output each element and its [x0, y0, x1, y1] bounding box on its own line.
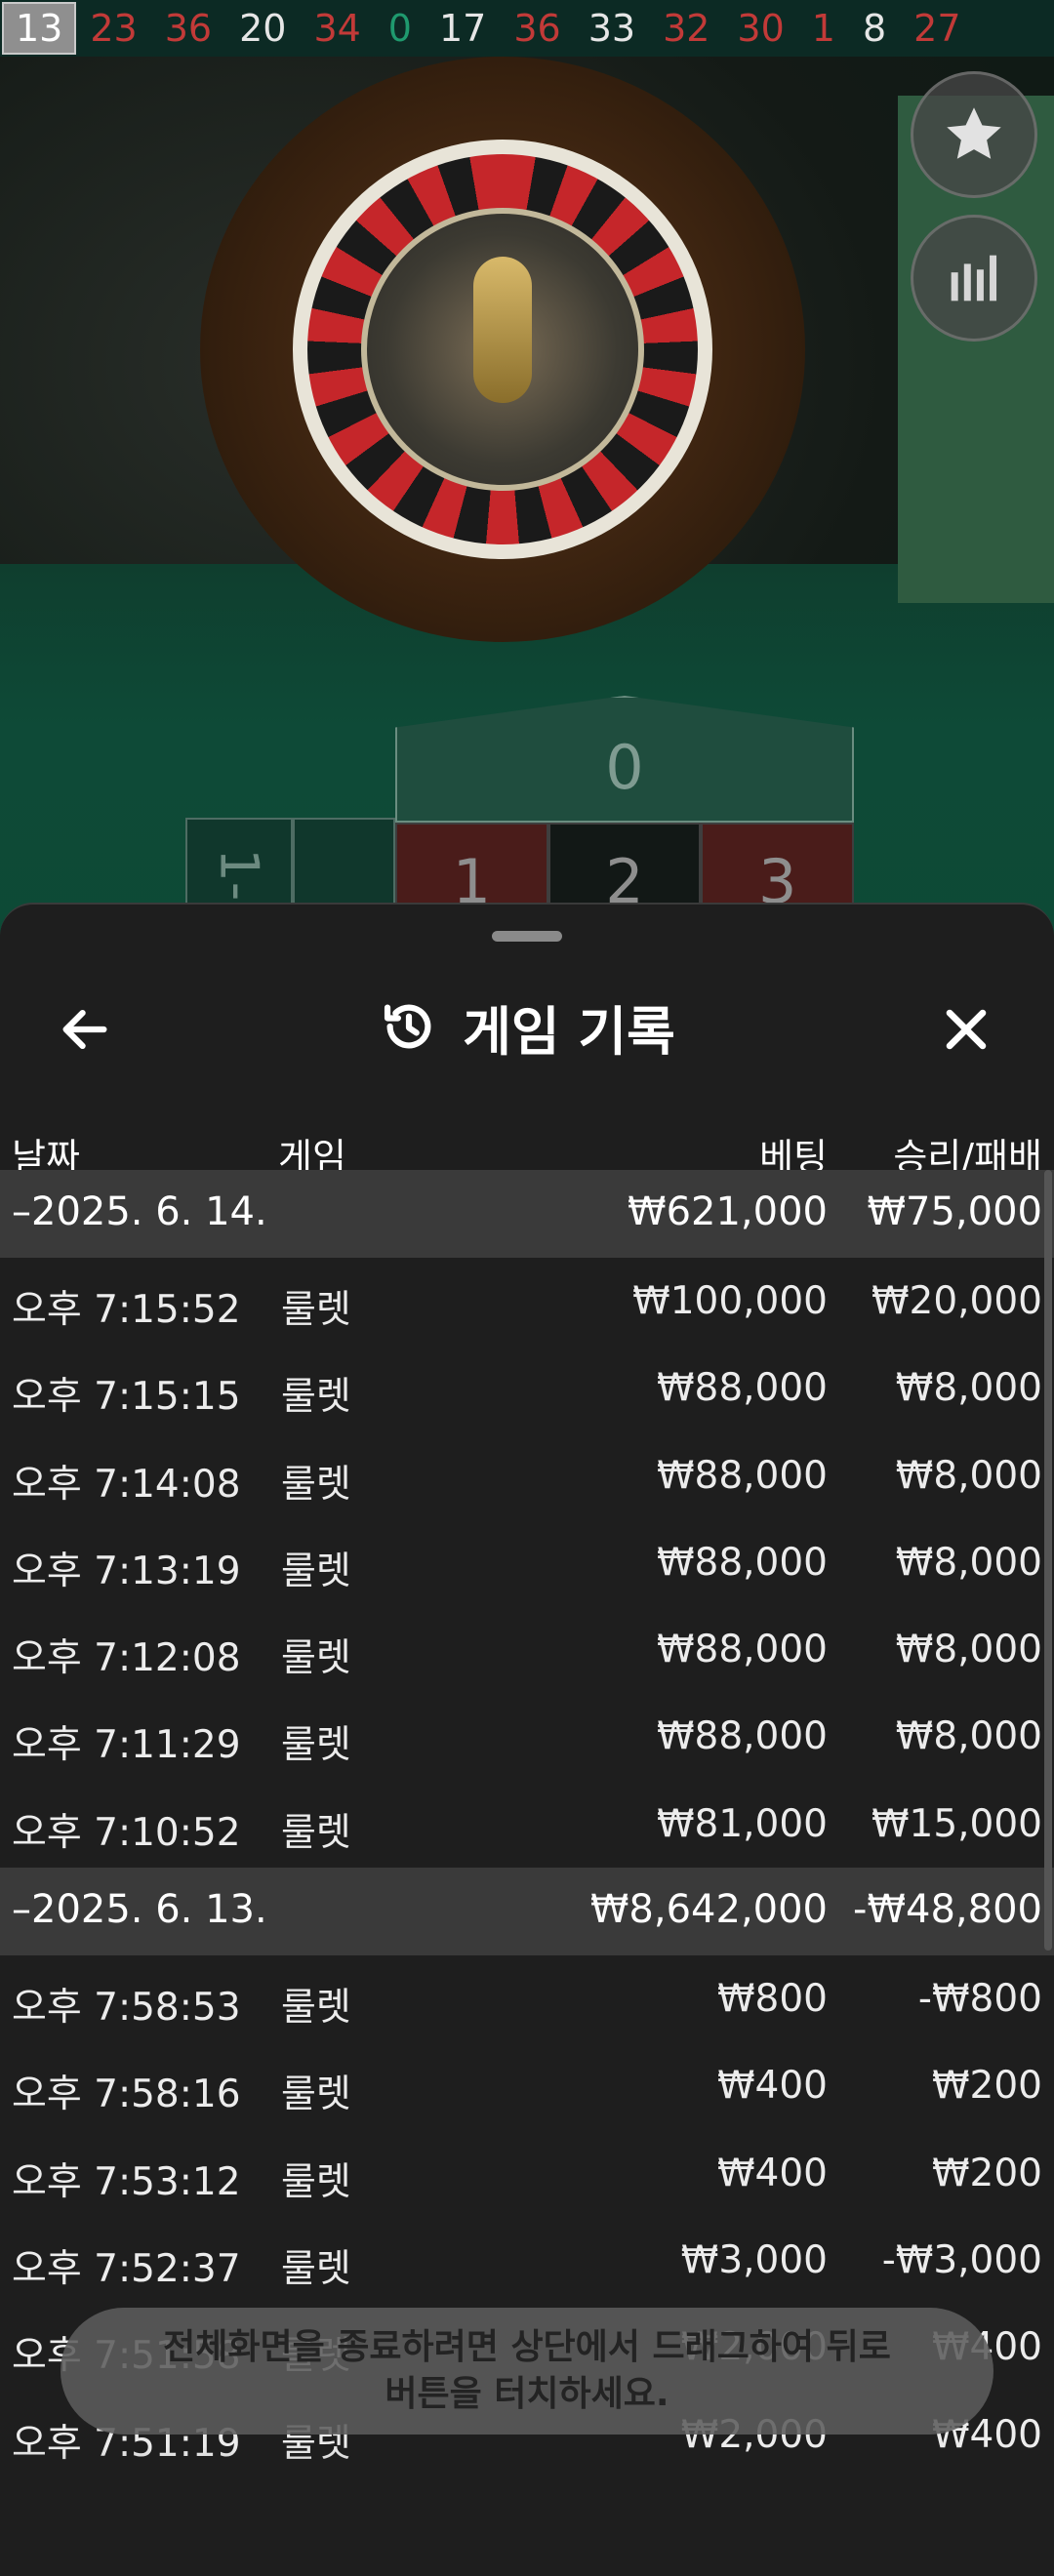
wheel-turret [473, 257, 532, 403]
back-button[interactable] [51, 995, 119, 1064]
result-number: 23 [90, 7, 138, 50]
row-game: 룰렛 [281, 1549, 351, 1593]
date-group-row[interactable]: –2025. 6. 13. ₩8,642,000 -₩48,800 [0, 1868, 1054, 1956]
row-winloss: ₩20,000 [871, 1279, 1042, 1323]
drag-handle[interactable] [492, 931, 562, 942]
close-button[interactable] [932, 995, 1000, 1064]
row-bet: ₩88,000 [656, 1540, 828, 1585]
row-time: 오후 7:58:16 [12, 2073, 241, 2117]
arrow-left-icon [62, 1009, 107, 1050]
history-row[interactable]: 오후 7:15:52 룰렛 ₩100,000 ₩20,000 [0, 1258, 1054, 1345]
history-row[interactable]: 오후 7:52:37 룰렛 ₩3,000 -₩3,000 [0, 2217, 1054, 2304]
sheet-title: 게임 기록 [463, 1000, 675, 1063]
row-game: 룰렛 [281, 1462, 351, 1507]
result-number: 27 [913, 7, 961, 50]
row-winloss: ₩15,000 [871, 1801, 1042, 1846]
toast-line-2: 버튼을 터치하세요. [385, 2374, 669, 2414]
result-number: 8 [862, 7, 887, 50]
star-icon [947, 107, 1001, 159]
row-bet: ₩3,000 [680, 2237, 828, 2282]
row-winloss: ₩8,000 [895, 1453, 1042, 1498]
row-bet: ₩81,000 [656, 1801, 828, 1846]
group-date: –2025. 6. 14. [12, 1189, 267, 1234]
row-winloss: ₩8,000 [895, 1540, 1042, 1585]
close-icon [946, 1009, 987, 1050]
history-row[interactable]: 오후 7:13:19 룰렛 ₩88,000 ₩8,000 [0, 1519, 1054, 1606]
row-winloss: ₩200 [931, 2064, 1042, 2109]
row-bet: ₩88,000 [656, 1453, 828, 1498]
history-row[interactable]: 오후 7:58:16 룰렛 ₩400 ₩200 [0, 2042, 1054, 2129]
row-winloss: ₩8,000 [895, 1714, 1042, 1759]
roulette-wheel [200, 57, 805, 642]
latest-result-number: 13 [2, 2, 77, 55]
row-time: 오후 7:11:29 [12, 1723, 241, 1768]
history-icon [385, 1004, 431, 1049]
row-bet: ₩100,000 [632, 1279, 828, 1323]
history-list: –2025. 6. 14. ₩621,000 ₩75,000 오후 7:15:52 룰렛… [0, 1170, 1054, 2478]
row-time: 오후 7:13:19 [12, 1549, 241, 1593]
result-number: 20 [239, 7, 287, 50]
result-number: 17 [438, 7, 487, 50]
result-number: 34 [313, 7, 361, 50]
live-video-stream: 0 1-1 1 2 3 [0, 57, 1054, 935]
row-winloss: ₩200 [931, 2151, 1042, 2195]
group-winloss-total: ₩75,000 [867, 1189, 1042, 1234]
history-row[interactable]: 오후 7:10:52 룰렛 ₩81,000 ₩15,000 [0, 1781, 1054, 1868]
result-number: 1 [811, 7, 835, 50]
row-game: 룰렛 [281, 1375, 351, 1420]
result-number: 36 [164, 7, 213, 50]
result-number: 32 [663, 7, 710, 50]
history-row[interactable]: 오후 7:58:53 룰렛 ₩800 -₩800 [0, 1955, 1054, 2042]
statistics-button[interactable] [911, 215, 1037, 342]
row-game: 룰렛 [281, 1723, 351, 1768]
row-bet: ₩400 [716, 2064, 828, 2109]
favorite-button[interactable] [911, 71, 1037, 198]
sheet-header: 게임 기록 [0, 958, 1054, 1095]
row-time: 오후 7:10:52 [12, 1810, 241, 1855]
row-time: 오후 7:12:08 [12, 1636, 241, 1681]
history-row[interactable]: 오후 7:53:12 룰렛 ₩400 ₩200 [0, 2130, 1054, 2217]
group-bet-total: ₩8,642,000 [589, 1887, 828, 1933]
row-game: 룰렛 [281, 1810, 351, 1855]
row-time: 오후 7:53:12 [12, 2159, 241, 2204]
row-winloss: ₩8,000 [895, 1366, 1042, 1411]
row-game: 룰렛 [281, 2073, 351, 2117]
history-row[interactable]: 오후 7:12:08 룰렛 ₩88,000 ₩8,000 [0, 1606, 1054, 1693]
row-time: 오후 7:15:15 [12, 1375, 241, 1420]
history-row[interactable]: 오후 7:11:29 룰렛 ₩88,000 ₩8,000 [0, 1693, 1054, 1780]
result-number: 0 [387, 7, 412, 50]
row-winloss: -₩3,000 [881, 2237, 1042, 2282]
fullscreen-exit-toast: 전체화면을 종료하려면 상단에서 드래그하여 뒤로 버튼을 터치하세요. [61, 2308, 993, 2435]
row-time: 오후 7:14:08 [12, 1462, 241, 1507]
row-bet: ₩88,000 [656, 1628, 828, 1672]
recent-results-strip: 13 23 36 20 34 0 17 36 33 32 30 1 8 27 [0, 0, 1054, 57]
row-winloss: -₩800 [917, 1977, 1042, 2022]
row-time: 오후 7:58:53 [12, 1986, 241, 2031]
result-number: 33 [588, 7, 636, 50]
toast-line-1: 전체화면을 종료하려면 상단에서 드래그하여 뒤로 [163, 2327, 891, 2367]
row-bet: ₩88,000 [656, 1366, 828, 1411]
history-row[interactable]: 오후 7:14:08 룰렛 ₩88,000 ₩8,000 [0, 1432, 1054, 1519]
date-group-row[interactable]: –2025. 6. 14. ₩621,000 ₩75,000 [0, 1170, 1054, 1258]
result-number: 36 [513, 7, 561, 50]
result-number: 30 [737, 7, 785, 50]
row-bet: ₩88,000 [656, 1714, 828, 1759]
row-bet: ₩800 [716, 1977, 828, 2022]
row-game: 룰렛 [281, 2159, 351, 2204]
row-bet: ₩400 [716, 2151, 828, 2195]
row-game: 룰렛 [281, 2246, 351, 2291]
group-date: –2025. 6. 13. [12, 1887, 267, 1933]
group-winloss-total: -₩48,800 [853, 1887, 1042, 1933]
row-game: 룰렛 [281, 1288, 351, 1332]
scrollbar[interactable] [1044, 1170, 1052, 1951]
roulette-app: 13 23 36 20 34 0 17 36 33 32 30 1 8 27 0 1- [0, 0, 1054, 2576]
group-bet-total: ₩621,000 [628, 1189, 828, 1234]
bar-chart-icon [951, 255, 997, 302]
row-game: 룰렛 [281, 1986, 351, 2031]
row-winloss: ₩8,000 [895, 1628, 1042, 1672]
row-time: 오후 7:52:37 [12, 2246, 241, 2291]
history-row[interactable]: 오후 7:15:15 룰렛 ₩88,000 ₩8,000 [0, 1345, 1054, 1431]
row-time: 오후 7:15:52 [12, 1288, 241, 1332]
row-game: 룰렛 [281, 1636, 351, 1681]
